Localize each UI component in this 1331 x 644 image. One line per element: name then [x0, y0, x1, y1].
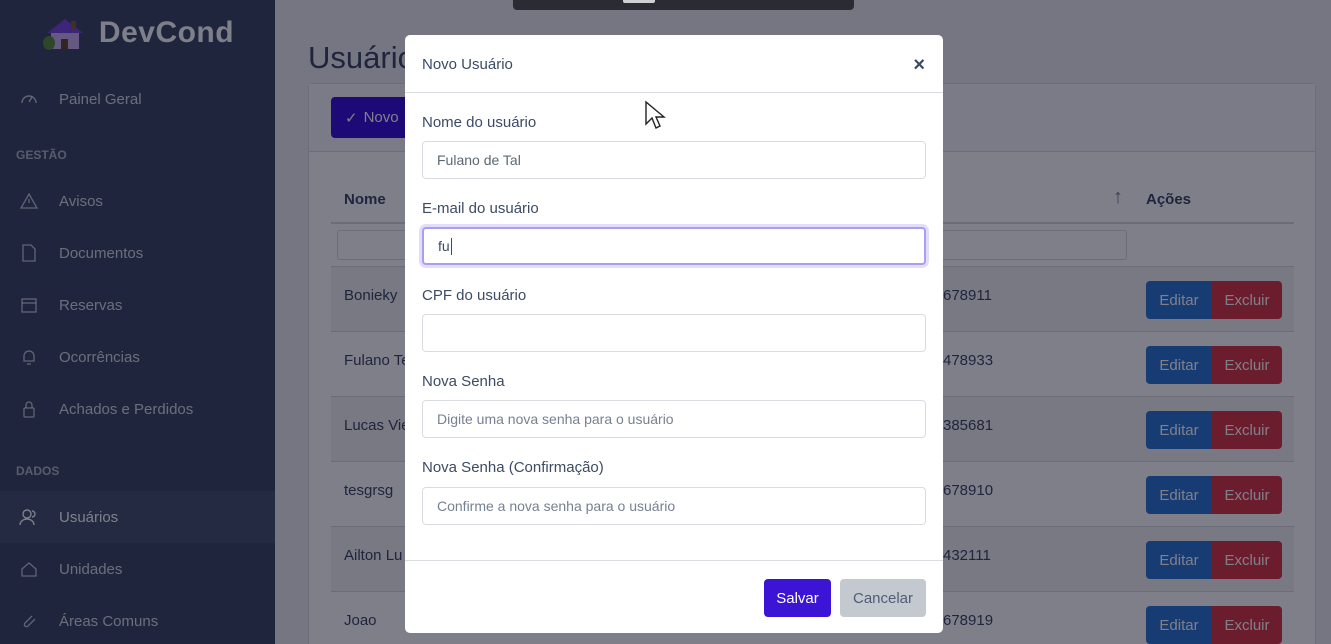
screen-share-bar — [513, 0, 854, 10]
email-label: E-mail do usuário — [422, 200, 539, 217]
modal-header: Novo Usuário × — [405, 35, 943, 93]
new-user-modal: Novo Usuário × Nome do usuário Fulano de… — [405, 35, 943, 633]
password-label: Nova Senha — [422, 373, 505, 390]
confirm-password-placeholder: Confirme a nova senha para o usuário — [437, 498, 676, 514]
name-label: Nome do usuário — [422, 114, 537, 131]
confirm-password-label: Nova Senha (Confirmação) — [422, 459, 604, 476]
password-placeholder: Digite uma nova senha para o usuário — [437, 411, 674, 427]
cpf-label: CPF do usuário — [422, 287, 527, 304]
cpf-field[interactable] — [422, 314, 926, 352]
confirm-password-field[interactable]: Confirme a nova senha para o usuário — [422, 487, 926, 525]
name-value: Fulano de Tal — [437, 152, 521, 168]
cancel-button[interactable]: Cancelar — [840, 579, 926, 617]
email-value: fu — [438, 238, 450, 254]
modal-footer: Salvar Cancelar — [405, 560, 943, 633]
email-field[interactable]: fu — [422, 227, 926, 265]
close-icon[interactable]: × — [913, 54, 925, 77]
text-caret — [450, 237, 452, 255]
mouse-cursor-icon — [645, 100, 666, 129]
name-field[interactable]: Fulano de Tal — [422, 141, 926, 179]
save-button[interactable]: Salvar — [764, 579, 831, 617]
password-field[interactable]: Digite uma nova senha para o usuário — [422, 400, 926, 438]
modal-title: Novo Usuário — [422, 56, 513, 73]
